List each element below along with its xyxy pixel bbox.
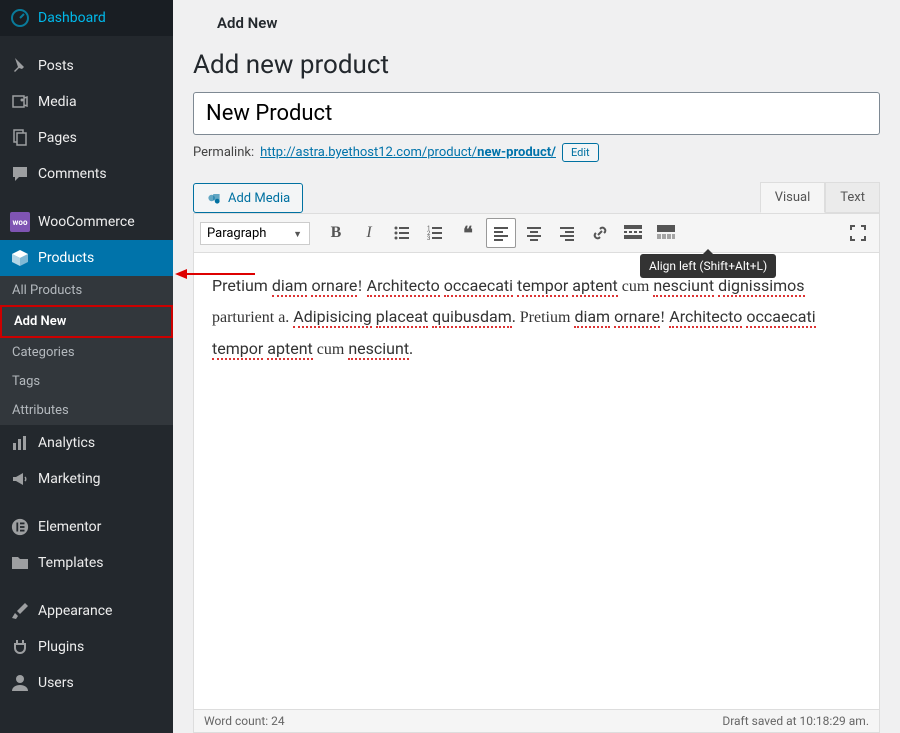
- sidebar-label: Templates: [38, 555, 104, 571]
- toolbar-toggle-button[interactable]: [651, 218, 681, 248]
- svg-text:3: 3: [427, 235, 430, 241]
- folder-icon: [10, 553, 30, 573]
- permalink-edit-button[interactable]: Edit: [562, 143, 599, 162]
- sidebar-item-woocommerce[interactable]: woo WooCommerce: [0, 204, 173, 240]
- sidebar-label: Marketing: [38, 471, 101, 487]
- sidebar-item-dashboard[interactable]: Dashboard: [0, 0, 173, 36]
- woocommerce-icon: woo: [10, 212, 30, 232]
- submenu-all-products[interactable]: All Products: [0, 276, 173, 305]
- comment-icon: [10, 164, 30, 184]
- brush-icon: [10, 601, 30, 621]
- submenu-attributes[interactable]: Attributes: [0, 396, 173, 425]
- sidebar-item-pages[interactable]: Pages: [0, 120, 173, 156]
- media-icon: [206, 190, 222, 206]
- sidebar-label: Elementor: [38, 519, 101, 535]
- main-content: Add New Add new product Permalink: http:…: [173, 0, 900, 733]
- products-submenu: All Products Add New Categories Tags Att…: [0, 276, 173, 425]
- user-icon: [10, 673, 30, 693]
- format-select[interactable]: Paragraph: [200, 222, 310, 245]
- add-media-button[interactable]: Add Media: [193, 183, 303, 213]
- italic-button[interactable]: I: [354, 218, 384, 248]
- align-center-button[interactable]: [519, 218, 549, 248]
- admin-sidebar: Dashboard Posts Media Pages Comments woo…: [0, 0, 173, 733]
- products-icon: [10, 248, 30, 268]
- sidebar-item-appearance[interactable]: Appearance: [0, 593, 173, 629]
- sidebar-item-posts[interactable]: Posts: [0, 48, 173, 84]
- editor-status-bar: Word count: 24 Draft saved at 10:18:29 a…: [193, 710, 880, 733]
- submenu-add-new[interactable]: Add New: [0, 305, 173, 338]
- permalink-row: Permalink: http://astra.byethost12.com/p…: [193, 143, 880, 162]
- editor-tabs: Visual Text: [760, 182, 880, 213]
- editor-content[interactable]: Pretium diam ornare! Architecto occaecat…: [193, 253, 880, 710]
- align-right-button[interactable]: [552, 218, 582, 248]
- sidebar-label: Pages: [38, 130, 77, 146]
- analytics-icon: [10, 433, 30, 453]
- save-status: Draft saved at 10:18:29 am.: [722, 714, 869, 728]
- align-left-button[interactable]: [486, 218, 516, 248]
- blockquote-button[interactable]: ❝: [453, 218, 483, 248]
- submenu-categories[interactable]: Categories: [0, 338, 173, 367]
- bold-button[interactable]: B: [321, 218, 351, 248]
- sidebar-label: Products: [38, 250, 94, 266]
- sidebar-label: Appearance: [38, 603, 112, 619]
- sidebar-item-analytics[interactable]: Analytics: [0, 425, 173, 461]
- submenu-tags[interactable]: Tags: [0, 367, 173, 396]
- sidebar-item-users[interactable]: Users: [0, 665, 173, 701]
- permalink-link[interactable]: http://astra.byethost12.com/product/new-…: [260, 145, 556, 160]
- link-button[interactable]: [585, 218, 615, 248]
- product-title-input[interactable]: [193, 92, 880, 135]
- sidebar-item-elementor[interactable]: Elementor: [0, 509, 173, 545]
- sidebar-item-marketing[interactable]: Marketing: [0, 461, 173, 497]
- sidebar-label: Comments: [38, 166, 107, 182]
- page-title: Add new product: [193, 50, 880, 80]
- sidebar-item-templates[interactable]: Templates: [0, 545, 173, 581]
- editor-toolbar: Paragraph B I 123 ❝ Align left (Shift+Al…: [193, 213, 880, 253]
- breadcrumb: Add New: [193, 10, 880, 50]
- pin-icon: [10, 56, 30, 76]
- numbered-list-button[interactable]: 123: [420, 218, 450, 248]
- pages-icon: [10, 128, 30, 148]
- sidebar-label: Posts: [38, 58, 74, 74]
- tab-text[interactable]: Text: [825, 182, 880, 213]
- media-icon: [10, 92, 30, 112]
- dashboard-icon: [10, 8, 30, 28]
- megaphone-icon: [10, 469, 30, 489]
- word-count: Word count: 24: [204, 714, 285, 728]
- plug-icon: [10, 637, 30, 657]
- permalink-label: Permalink:: [193, 145, 254, 160]
- sidebar-item-comments[interactable]: Comments: [0, 156, 173, 192]
- tooltip: Align left (Shift+Alt+L): [640, 254, 776, 278]
- sidebar-label: Analytics: [38, 435, 95, 451]
- bullet-list-button[interactable]: [387, 218, 417, 248]
- elementor-icon: [10, 517, 30, 537]
- sidebar-item-media[interactable]: Media: [0, 84, 173, 120]
- sidebar-label: Dashboard: [38, 10, 106, 26]
- annotation-arrow: [175, 266, 255, 282]
- sidebar-label: Users: [38, 675, 74, 691]
- tab-visual[interactable]: Visual: [760, 182, 826, 213]
- sidebar-label: Media: [38, 94, 77, 110]
- sidebar-item-plugins[interactable]: Plugins: [0, 629, 173, 665]
- fullscreen-button[interactable]: [843, 218, 873, 248]
- sidebar-label: WooCommerce: [38, 214, 135, 230]
- sidebar-item-products[interactable]: Products: [0, 240, 173, 276]
- readmore-button[interactable]: [618, 218, 648, 248]
- sidebar-label: Plugins: [38, 639, 84, 655]
